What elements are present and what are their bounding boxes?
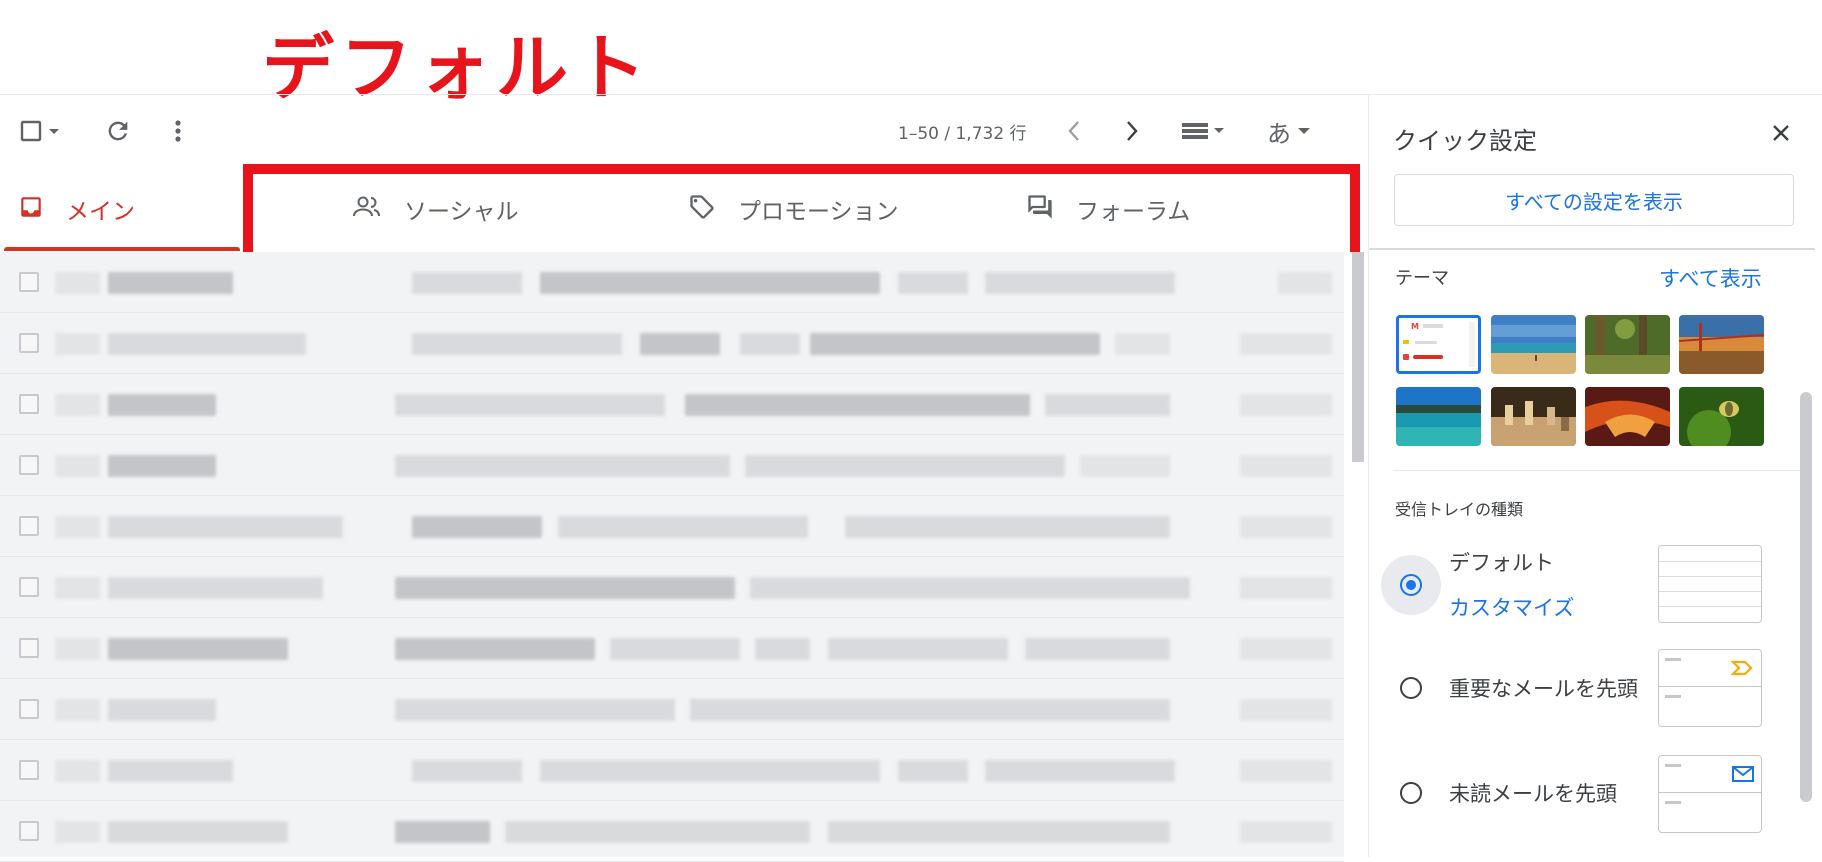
svg-text:M: M <box>1411 322 1419 331</box>
chevron-left-icon <box>1066 119 1082 143</box>
tab-promotions-label: プロモーション <box>738 199 899 225</box>
table-row[interactable] <box>0 618 1344 679</box>
table-row[interactable] <box>0 435 1344 496</box>
row-checkbox[interactable] <box>19 333 39 353</box>
refresh-button[interactable] <box>100 113 136 149</box>
table-row[interactable] <box>0 557 1344 618</box>
chevron-down-icon <box>1297 126 1311 136</box>
checkbox-dropdown-icon <box>16 117 68 145</box>
tag-icon <box>688 193 716 225</box>
row-checkbox[interactable] <box>19 760 39 780</box>
chevron-right-icon <box>1124 119 1140 143</box>
row-checkbox[interactable] <box>19 516 39 536</box>
inbox-tabs: メイン ソーシャル プロモーション フォーラム <box>0 167 1344 251</box>
close-button[interactable] <box>1763 117 1799 153</box>
view-all-themes-link[interactable]: すべて表示 <box>1659 263 1762 293</box>
row-checkbox[interactable] <box>19 638 39 658</box>
tab-promotions[interactable]: プロモーション <box>688 167 1008 251</box>
mail-list <box>0 252 1344 862</box>
theme-thumb-bridge[interactable] <box>1679 315 1764 374</box>
theme-thumb-canyon[interactable] <box>1585 387 1670 446</box>
tab-main-label: メイン <box>66 199 135 225</box>
row-checkbox[interactable] <box>19 394 39 414</box>
density-button[interactable] <box>1174 113 1234 149</box>
forum-icon <box>1026 193 1054 225</box>
theme-thumb-beach[interactable] <box>1491 315 1576 374</box>
section-divider <box>1369 248 1815 250</box>
table-row[interactable] <box>0 374 1344 435</box>
quick-settings-panel: クイック設定 すべての設定を表示 テーマ すべて表示 M 受信トレイの種類 デフ… <box>1368 95 1822 857</box>
row-checkbox[interactable] <box>19 577 39 597</box>
mail-toolbar: 1–50 / 1,732 行 あ <box>0 95 1344 167</box>
all-settings-button[interactable]: すべての設定を表示 <box>1394 174 1794 226</box>
tab-social-label: ソーシャル <box>404 199 519 225</box>
section-divider <box>1393 470 1809 471</box>
next-page-button[interactable] <box>1114 113 1150 149</box>
inbox-type-important-preview <box>1658 649 1762 727</box>
table-row[interactable] <box>0 496 1344 557</box>
inbox-type-unread-preview <box>1658 755 1762 833</box>
tab-social[interactable]: ソーシャル <box>352 167 652 251</box>
inbox-type-default-label[interactable]: デフォルト <box>1449 547 1554 577</box>
inbox-icon <box>18 194 44 224</box>
theme-thumb-chess[interactable] <box>1491 387 1576 446</box>
quick-settings-scroll-thumb[interactable] <box>1800 392 1812 802</box>
row-checkbox[interactable] <box>19 821 39 841</box>
people-icon <box>352 194 382 224</box>
customize-link[interactable]: カスタマイズ <box>1449 592 1574 622</box>
inbox-type-label: 受信トレイの種類 <box>1395 500 1524 519</box>
input-tools-label: あ <box>1267 119 1291 148</box>
theme-thumb-lake[interactable] <box>1396 387 1481 446</box>
inbox-type-default-preview <box>1658 545 1762 623</box>
inbox-type-important-radio[interactable] <box>1400 677 1422 699</box>
pagination-info: 1–50 / 1,732 行 <box>898 124 1027 144</box>
table-row[interactable] <box>0 313 1344 374</box>
important-marker-icon <box>1730 660 1753 680</box>
tab-forums-label: フォーラム <box>1076 199 1191 225</box>
refresh-icon <box>104 117 132 145</box>
table-row[interactable] <box>0 740 1344 801</box>
inbox-type-unread-radio[interactable] <box>1400 782 1422 804</box>
select-all-checkbox[interactable] <box>14 113 70 149</box>
row-checkbox[interactable] <box>19 455 39 475</box>
tab-main[interactable]: メイン <box>18 167 238 251</box>
table-row[interactable] <box>0 252 1344 313</box>
theme-thumb-default[interactable]: M <box>1396 315 1481 374</box>
row-checkbox[interactable] <box>19 699 39 719</box>
theme-thumb-forest[interactable] <box>1585 315 1670 374</box>
prev-page-button[interactable] <box>1056 113 1092 149</box>
active-tab-indicator <box>4 247 240 251</box>
envelope-icon <box>1732 766 1754 786</box>
table-row[interactable] <box>0 679 1344 740</box>
theme-section-label: テーマ <box>1395 268 1449 289</box>
tab-forums[interactable]: フォーラム <box>1026 167 1266 251</box>
more-vert-icon <box>173 118 183 144</box>
mail-list-scroll-thumb[interactable] <box>1352 252 1364 462</box>
inbox-type-unread-label[interactable]: 未読メールを先頭 <box>1449 778 1617 808</box>
quick-settings-title: クイック設定 <box>1393 127 1537 155</box>
table-row[interactable] <box>0 801 1344 862</box>
inbox-type-default-radio[interactable] <box>1400 574 1422 596</box>
input-tools-button[interactable]: あ <box>1260 113 1318 149</box>
more-button[interactable] <box>160 113 196 149</box>
density-icon <box>1176 119 1232 143</box>
theme-thumb-insect[interactable] <box>1679 387 1764 446</box>
close-icon <box>1771 123 1791 147</box>
row-checkbox[interactable] <box>19 272 39 292</box>
inbox-type-important-label[interactable]: 重要なメールを先頭 <box>1449 673 1638 703</box>
